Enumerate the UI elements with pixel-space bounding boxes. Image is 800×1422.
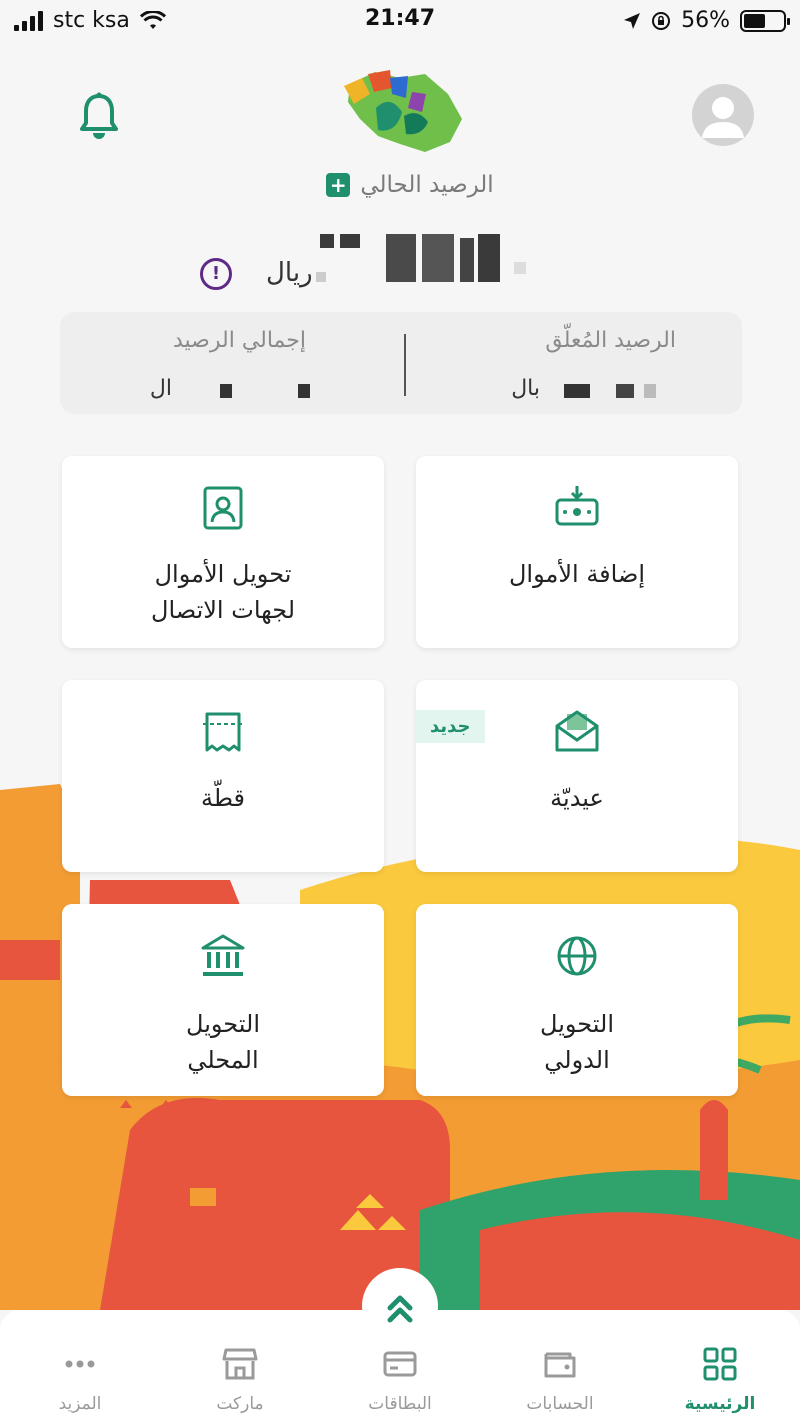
info-icon[interactable]: ! — [200, 258, 232, 290]
wallet-icon — [544, 1352, 576, 1378]
tab-cards-label: البطاقات — [368, 1394, 432, 1414]
total-balance-label: إجمالي الرصيد — [173, 328, 306, 353]
expand-handle-button[interactable] — [362, 1268, 438, 1344]
split-bill-tile[interactable]: قطّة — [62, 680, 384, 872]
home-grid-icon — [703, 1347, 737, 1381]
add-money-label: إضافة الأموال — [508, 560, 646, 588]
contact-card-icon — [203, 486, 243, 530]
summary-divider — [404, 334, 406, 396]
envelope-icon — [555, 710, 599, 752]
contacts-transfer-label: تحويل الأموال لجهات الاتصال — [151, 560, 295, 624]
tab-accounts-label: الحسابات — [526, 1394, 594, 1414]
globe-icon — [557, 936, 597, 976]
tab-more[interactable]: المزيد — [20, 1310, 140, 1422]
balance-amount-row: ! ريال — [200, 228, 530, 290]
tab-market[interactable]: ماركت — [180, 1310, 300, 1422]
international-transfer-label: التحويل الدولي — [540, 1010, 614, 1074]
local-transfer-label: التحويل المحلي — [186, 1010, 260, 1074]
tab-more-label: المزيد — [58, 1394, 102, 1414]
notification-bell-icon[interactable] — [78, 92, 120, 140]
status-right: 56% — [623, 8, 790, 33]
balance-summary-card: الرصيد المُعلّق بال إجمالي الرصيد ال — [60, 312, 742, 414]
balance-currency: ريال — [266, 258, 313, 288]
double-chevron-up-icon — [387, 1295, 413, 1323]
rotation-lock-icon — [652, 11, 671, 30]
contacts-transfer-tile[interactable]: تحويل الأموال لجهات الاتصال — [62, 456, 384, 648]
location-arrow-icon — [624, 12, 641, 29]
saudi-logo-icon — [344, 70, 462, 152]
current-balance-label: الرصيد الحالي — [360, 172, 494, 198]
local-transfer-tile[interactable]: التحويل المحلي — [62, 904, 384, 1096]
pending-balance-label: الرصيد المُعلّق — [545, 328, 676, 353]
split-bill-label: قطّة — [200, 784, 246, 812]
bank-icon — [201, 934, 245, 976]
status-bar: stc ksa 21:47 56% — [0, 0, 800, 44]
tab-home[interactable]: الرئيسية — [660, 1310, 780, 1422]
user-icon — [702, 97, 744, 138]
new-badge: جديد — [416, 710, 485, 743]
pending-balance-currency: بال — [511, 376, 540, 401]
eidiya-tile[interactable]: جديد عيديّة — [416, 680, 738, 872]
add-balance-button[interactable]: + — [326, 173, 351, 197]
card-icon — [383, 1351, 417, 1377]
store-icon — [222, 1348, 258, 1380]
eidiya-label: عيديّة — [550, 784, 604, 812]
more-dots-icon — [65, 1360, 95, 1368]
tab-home-label: الرئيسية — [684, 1394, 756, 1414]
total-balance-currency: ال — [149, 376, 172, 401]
profile-avatar[interactable] — [692, 84, 754, 146]
tab-accounts[interactable]: الحسابات — [500, 1310, 620, 1422]
add-money-tile[interactable]: إضافة الأموال — [416, 456, 738, 648]
battery-icon — [740, 9, 790, 32]
current-balance-label-row: الرصيد الحالي + — [300, 168, 520, 202]
international-transfer-tile[interactable]: التحويل الدولي — [416, 904, 738, 1096]
tab-market-label: ماركت — [216, 1394, 264, 1414]
receipt-icon — [203, 712, 243, 752]
battery-percent: 56% — [681, 8, 730, 33]
add-money-icon — [555, 486, 599, 526]
